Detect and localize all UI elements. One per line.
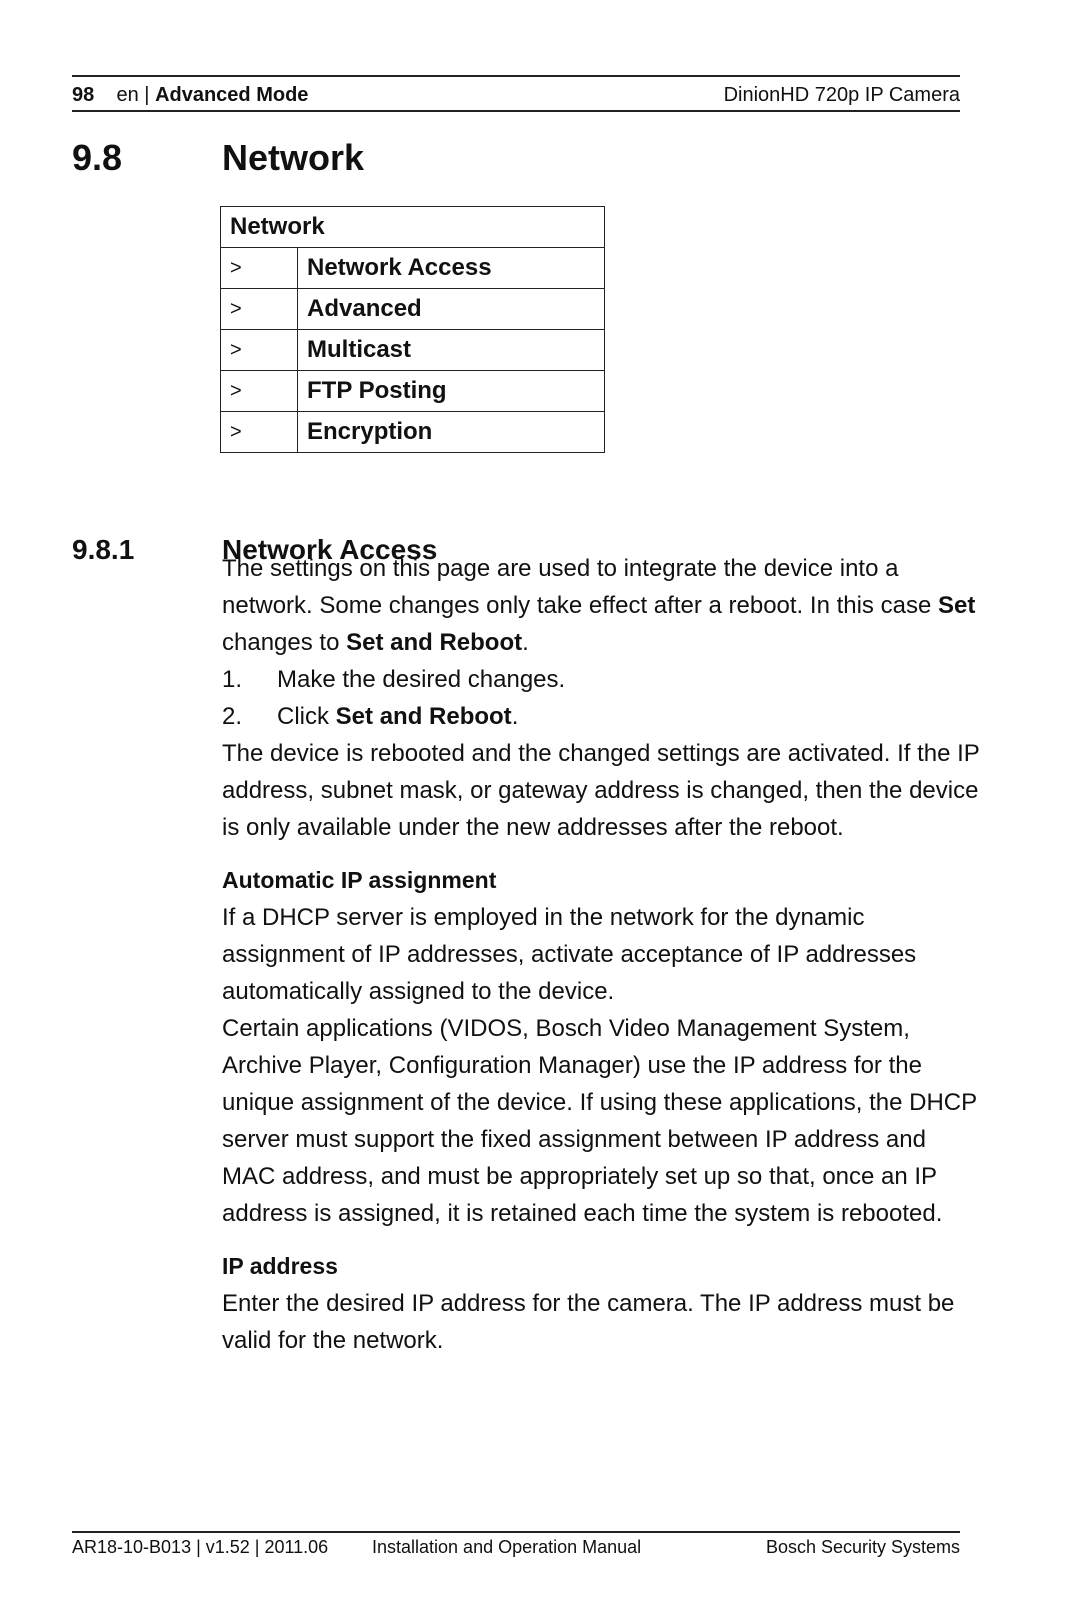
network-access-body: The settings on this page are used to in… [222,550,982,1359]
menu-table-header-row: Network [220,206,605,248]
header-bottom-rule [72,110,960,112]
footer-rule [72,1531,960,1533]
menu-item-encryption: Encryption [297,411,605,453]
chapter-title: Advanced Mode [155,84,309,106]
step-item: 1. Make the desired changes. [222,661,982,698]
product-name: DinionHD 720p IP Camera [723,84,960,106]
menu-item-multicast: Multicast [297,329,605,371]
chevron-right-icon: > [220,247,298,289]
chevron-right-icon: > [220,411,298,453]
section-number: 9.8 [72,137,123,178]
menu-item-ftp-posting: FTP Posting [297,370,605,412]
step-text-plain: Click [277,703,336,730]
step-number: 1. [222,666,243,693]
menu-table-row: > Multicast [220,329,605,371]
intro-text: The settings on this page are used to in… [222,555,938,619]
intro-text: changes to [222,629,347,656]
menu-table-row: > FTP Posting [220,370,605,412]
step-text: Click Set and Reboot. [277,698,518,735]
step-text: Make the desired changes. [277,661,565,698]
step-item: 2. Click Set and Reboot. [222,698,982,735]
step-number: 2. [222,703,243,730]
manual-title: Installation and Operation Manual [372,1537,642,1557]
page-number: 98 [72,84,95,106]
page-header: 98 en | Advanced Mode DinionHD 720p IP C… [72,80,960,110]
step-text-plain: Make the desired changes. [277,666,566,693]
header-top-rule [72,75,960,77]
menu-item-network-access: Network Access [297,247,605,289]
menu-table-row: > Network Access [220,247,605,289]
intro-bold-set: Set [937,592,976,619]
network-menu-table: Network > Network Access > Advanced > Mu… [220,206,605,453]
document-info: AR18-10-B013 | v1.52 | 2011.06 [72,1537,329,1557]
intro-text: . [522,629,529,656]
automatic-ip-paragraph-2: Certain applications (VIDOS, Bosch Video… [222,1015,977,1227]
header-separator: | [144,84,150,106]
step-text-bold: Set and Reboot [335,703,512,730]
menu-item-advanced: Advanced [297,288,605,330]
chevron-right-icon: > [220,288,298,330]
menu-table-row: > Encryption [220,411,605,453]
header-left: 98 en | Advanced Mode [72,80,308,110]
step-text-suffix: . [511,703,519,730]
chevron-right-icon: > [220,329,298,371]
company-name: Bosch Security Systems [765,1537,960,1557]
chevron-right-icon: > [220,370,298,412]
section-title: Network [222,137,365,178]
intro-paragraph: The settings on this page are used to in… [222,550,982,661]
ip-address-paragraph: Enter the desired IP address for the cam… [222,1290,955,1354]
subsection-number: 9.8.1 [72,534,135,565]
menu-table-row: > Advanced [220,288,605,330]
intro-bold-set-and-reboot: Set and Reboot [346,629,523,656]
menu-table-title: Network [220,206,605,248]
automatic-ip-paragraph-1: If a DHCP server is employed in the netw… [222,904,917,1005]
after-steps-paragraph: The device is rebooted and the changed s… [222,740,980,841]
language-code: en [116,84,139,106]
automatic-ip-heading: Automatic IP assignment [222,867,497,893]
ip-address-heading: IP address [222,1253,338,1279]
